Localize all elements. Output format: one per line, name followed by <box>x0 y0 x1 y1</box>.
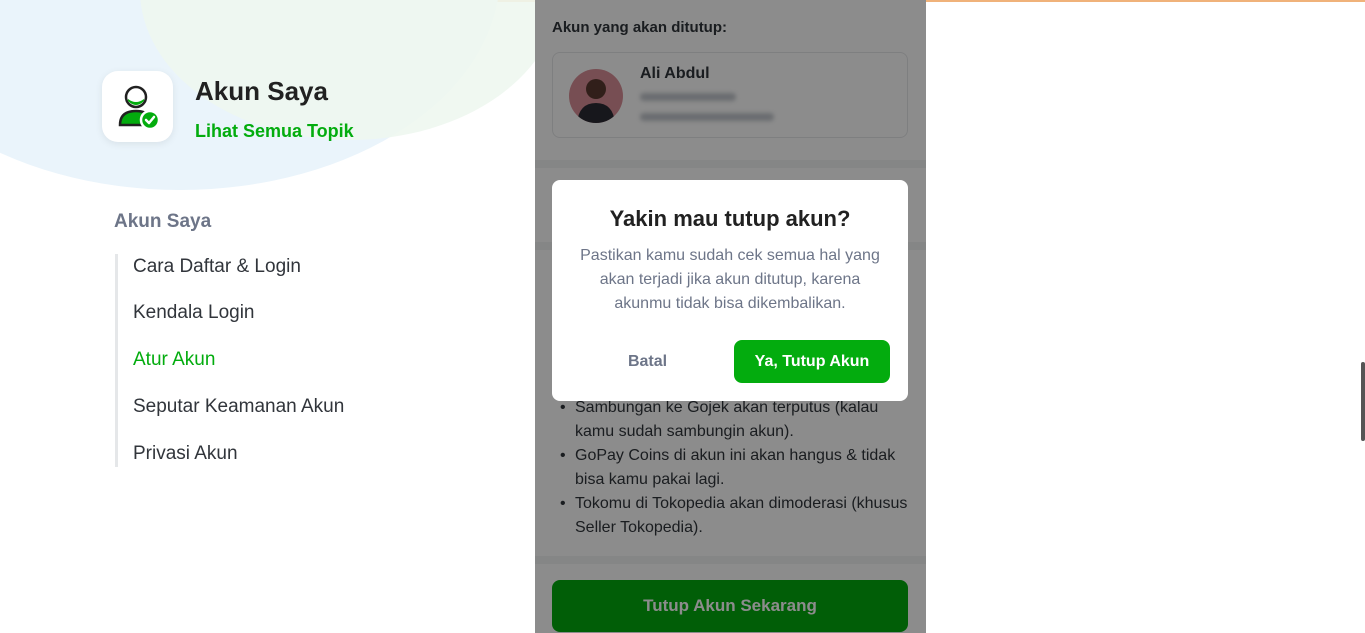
sidebar-item-atur-akun[interactable]: Atur Akun <box>133 349 215 371</box>
confirm-close-account-button[interactable]: Ya, Tutup Akun <box>734 340 890 383</box>
page-title: Akun Saya <box>195 76 328 106</box>
user-check-icon <box>102 71 173 142</box>
sidebar-item-keamanan-akun[interactable]: Seputar Keamanan Akun <box>133 396 344 418</box>
see-all-topics-link[interactable]: Lihat Semua Topik <box>195 121 354 142</box>
sidebar-section-title: Akun Saya <box>114 211 212 232</box>
scrollbar-thumb[interactable] <box>1361 362 1365 441</box>
dialog-title: Yakin mau tutup akun? <box>609 206 851 231</box>
dialog-message: Pastikan kamu sudah cek semua hal yang a… <box>580 247 880 312</box>
cancel-button[interactable]: Batal <box>590 340 705 383</box>
sidebar-item-cara-daftar-login[interactable]: Cara Daftar & Login <box>133 256 301 278</box>
sidebar-item-privasi-akun[interactable]: Privasi Akun <box>133 443 238 465</box>
phone-screenshot: Akun yang akan ditutup: Ali Abdul Sambun… <box>535 0 926 633</box>
sidebar-nav: Cara Daftar & Login Kendala Login Atur A… <box>115 254 415 467</box>
sidebar-item-kendala-login[interactable]: Kendala Login <box>133 302 255 324</box>
confirm-dialog: Yakin mau tutup akun? Pastikan kamu suda… <box>552 180 908 401</box>
